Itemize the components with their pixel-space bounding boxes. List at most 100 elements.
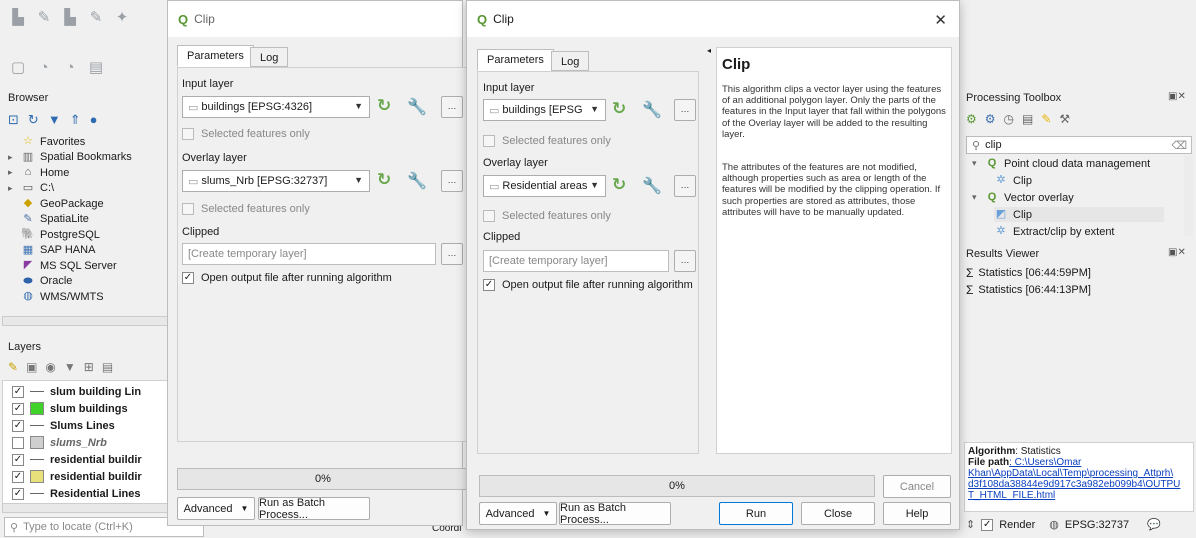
browser-item[interactable]: ▸ ▥ Spatial Bookmarks [8, 150, 132, 165]
browser-item[interactable]: ◍ WMS/WMTS [8, 289, 103, 304]
close-button[interactable]: Close [801, 502, 875, 525]
clipped-output-field[interactable]: [Create temporary layer] [182, 243, 436, 265]
browser-item[interactable]: 🐘 PostgreSQL [8, 227, 100, 242]
tab-parameters[interactable]: Parameters [177, 45, 254, 67]
file-path-link-2[interactable]: Khan\AppData\Local\Temp\processing_Attpr… [968, 468, 1190, 479]
iterate-icon[interactable]: ↻ [377, 96, 391, 116]
more-options-button[interactable]: … [441, 170, 463, 192]
more-options-button[interactable]: … [674, 175, 696, 197]
results-float-close-icons[interactable]: ▣✕ [1168, 247, 1186, 258]
history-icon[interactable]: ◷ [1004, 112, 1014, 126]
help-button[interactable]: Help [883, 502, 951, 525]
refresh-icon[interactable]: ↻ [28, 112, 39, 128]
browser-item[interactable]: ✎ SpatiaLite [8, 212, 89, 227]
scripts-icon[interactable]: ⚙ [985, 112, 996, 126]
toolbar-icon[interactable]: ▤ [86, 58, 106, 78]
toolbox-item[interactable]: ✲ Clip [994, 173, 1032, 188]
input-layer-combo[interactable]: ▭ buildings [EPSG ▼ [483, 99, 606, 121]
layer-visibility-checkbox[interactable]: ✓ [12, 487, 24, 500]
expand-arrow-icon[interactable]: ▾ [972, 192, 980, 203]
selected-only-checkbox-2[interactable] [483, 210, 495, 222]
advanced-button[interactable]: Advanced ▼ [479, 502, 557, 525]
crs-label[interactable]: EPSG:32737 [1065, 519, 1129, 531]
add-layer-icon[interactable]: ⊡ [8, 112, 19, 128]
toolbar-icon[interactable]: ◔ [34, 58, 54, 78]
wrench-icon[interactable]: 🔧 [407, 97, 427, 117]
expand-arrow-icon[interactable]: ▸ [8, 183, 16, 194]
tab-log[interactable]: Log [551, 51, 590, 71]
toolbox-item[interactable]: ▾ Q Point cloud data management [972, 156, 1150, 171]
selected-only-checkbox-1[interactable] [182, 128, 194, 140]
render-checkbox[interactable]: ✓ [981, 518, 994, 531]
edit-features-icon[interactable]: ✎ [1041, 112, 1051, 126]
selected-only-row-2[interactable]: Selected features only [483, 210, 611, 222]
layer-visibility-checkbox[interactable]: ✓ [12, 419, 24, 432]
batch-process-button[interactable]: Run as Batch Process... [559, 502, 671, 526]
clear-search-icon[interactable]: ⌫ [1171, 139, 1187, 152]
iterate-icon[interactable]: ↻ [377, 170, 391, 190]
layer-item[interactable]: slums_Nrb [12, 434, 107, 451]
open-output-checkbox[interactable]: ✓ [483, 279, 495, 291]
collapse-help-icon[interactable]: ◂ [707, 46, 711, 55]
layer-visibility-checkbox[interactable]: ✓ [12, 453, 24, 466]
expand-all-icon[interactable]: ⊞ [84, 360, 94, 374]
clipped-browse-button[interactable]: … [674, 250, 696, 272]
selected-only-checkbox-1[interactable] [483, 135, 495, 147]
browser-item[interactable]: ◤ MS SQL Server [8, 258, 117, 273]
layer-visibility-checkbox[interactable]: ✓ [12, 402, 24, 415]
iterate-icon[interactable]: ↻ [612, 99, 626, 119]
open-output-checkbox[interactable]: ✓ [182, 272, 194, 284]
layer-item[interactable]: ✓ slum building Lin [12, 383, 141, 400]
selected-only-row-1[interactable]: Selected features only [483, 135, 611, 147]
options-wrench-icon[interactable]: ⚒ [1059, 112, 1070, 126]
crs-globe-icon[interactable]: ◍ [1049, 518, 1059, 531]
expand-arrow-icon[interactable]: ▸ [8, 152, 16, 163]
filter-icon[interactable]: ▼ [48, 112, 61, 128]
toolbar-icon[interactable]: ✎ [86, 8, 106, 28]
spinner-icon[interactable]: ⇕ [966, 518, 975, 531]
clipped-output-field[interactable]: [Create temporary layer] [483, 250, 669, 272]
layer-item[interactable]: ✓ Slums Lines [12, 417, 115, 434]
run-button[interactable]: Run [719, 502, 793, 525]
layer-item[interactable]: ✓ Residential Lines [12, 485, 140, 502]
visibility-eye-icon[interactable]: ◉ [45, 360, 55, 374]
wrench-icon[interactable]: 🔧 [407, 171, 427, 191]
close-icon[interactable]: ✕ [934, 11, 947, 29]
layer-visibility-checkbox[interactable] [12, 436, 24, 449]
more-options-button[interactable]: … [674, 99, 696, 121]
toolbox-item[interactable]: ✲ Extract/clip by extent [994, 224, 1114, 239]
overlay-layer-combo[interactable]: ▭ slums_Nrb [EPSG:32737] ▼ [182, 170, 370, 192]
expand-arrow-icon[interactable]: ▸ [8, 167, 16, 178]
wrench-icon[interactable]: 🔧 [642, 100, 662, 120]
toolbox-item[interactable]: ◩ Clip [994, 207, 1164, 222]
browser-item[interactable]: ▸ ⌂ Home [8, 165, 69, 180]
layer-visibility-checkbox[interactable]: ✓ [12, 385, 24, 398]
tab-log[interactable]: Log [250, 47, 289, 67]
toolbar-icon[interactable]: ▢ [8, 58, 28, 78]
file-path-value[interactable]: : C:\Users\Omar [1009, 457, 1081, 468]
toolbar-icon[interactable]: ▙ [8, 8, 28, 28]
results-icon[interactable]: ▤ [1022, 112, 1033, 126]
layers-scrollbar[interactable] [2, 503, 170, 513]
input-layer-combo[interactable]: ▭ buildings [EPSG:4326] ▼ [182, 96, 370, 118]
more-options-button[interactable]: … [441, 96, 463, 118]
models-icon[interactable]: ⚙ [966, 112, 977, 126]
browser-item[interactable]: ⬬ Oracle [8, 274, 72, 289]
selected-only-row-1[interactable]: Selected features only [182, 128, 310, 140]
layer-item[interactable]: ✓ residential buildir [12, 468, 142, 485]
layer-item[interactable]: ✓ residential buildir [12, 451, 142, 468]
selected-only-checkbox-2[interactable] [182, 203, 194, 215]
toolbar-icon[interactable]: ◔ [60, 58, 80, 78]
browser-item[interactable]: ◆ GeoPackage [8, 196, 104, 211]
file-path-link-4[interactable]: T_HTML_FILE.html [968, 490, 1190, 501]
cancel-button[interactable]: Cancel [883, 475, 951, 498]
browser-item[interactable]: ▦ SAP HANA [8, 243, 96, 258]
filter-legend-icon[interactable]: ▼ [64, 360, 76, 374]
selected-only-row-2[interactable]: Selected features only [182, 203, 310, 215]
browser-item[interactable]: ☆ Favorites [8, 134, 85, 149]
info-icon[interactable]: ● [90, 112, 98, 128]
batch-process-button[interactable]: Run as Batch Process... [258, 497, 370, 521]
layer-visibility-checkbox[interactable]: ✓ [12, 470, 24, 483]
browser-scrollbar[interactable] [2, 316, 170, 326]
remove-layer-icon[interactable]: ▤ [102, 360, 113, 374]
